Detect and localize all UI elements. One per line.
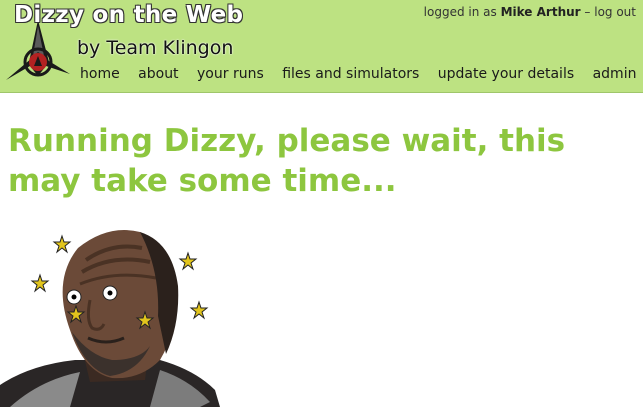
site-header: Dizzy on the Web by Team Klingon logged … bbox=[0, 0, 643, 93]
page-heading: Running Dizzy, please wait, this may tak… bbox=[8, 123, 566, 199]
logout-link[interactable]: log out bbox=[594, 5, 636, 19]
nav-home[interactable]: home bbox=[80, 66, 120, 82]
nav-update-your-details[interactable]: update your details bbox=[438, 66, 574, 82]
klingon-emblem-icon[interactable] bbox=[4, 20, 74, 82]
user-bar-separator: – bbox=[584, 5, 591, 19]
nav-about[interactable]: about bbox=[138, 66, 178, 82]
nav-files-and-simulators[interactable]: files and simulators bbox=[282, 66, 419, 82]
nav-admin[interactable]: admin bbox=[593, 66, 637, 82]
nav-your-runs[interactable]: your runs bbox=[197, 66, 264, 82]
user-bar: logged in as Mike Arthur – log out bbox=[424, 5, 636, 19]
site-title: Dizzy on the Web bbox=[14, 2, 244, 28]
main-nav: home about your runs files and simulator… bbox=[80, 66, 636, 82]
site-subtitle: by Team Klingon bbox=[77, 37, 234, 59]
dizzy-klingon-icon bbox=[0, 230, 220, 407]
logged-in-label: logged in as bbox=[423, 5, 497, 19]
user-name: Mike Arthur bbox=[500, 5, 581, 19]
